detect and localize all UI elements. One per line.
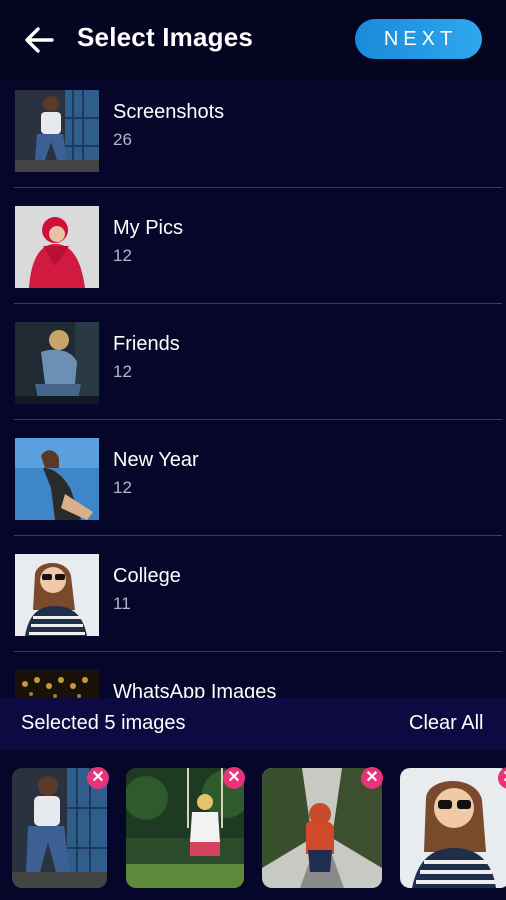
album-row-college[interactable]: College 11: [0, 544, 506, 660]
album-thumbnail: [15, 322, 99, 404]
album-name: Friends: [113, 333, 180, 355]
album-thumbnail: [15, 90, 99, 172]
page-title: Select Images: [77, 22, 254, 52]
album-row-new-year[interactable]: New Year 12: [0, 428, 506, 544]
album-name: College: [113, 565, 181, 587]
album-row-my-pics[interactable]: My Pics 12: [0, 196, 506, 312]
album-count: 11: [113, 594, 131, 613]
selected-images-tray[interactable]: ✕ ✕ ✕: [0, 750, 506, 900]
album-list[interactable]: Screenshots 26 My Pics 12 Friends 12 New…: [0, 80, 506, 698]
album-name: Screenshots: [113, 101, 225, 123]
album-name: New Year: [113, 449, 199, 471]
clear-all-button[interactable]: Clear All: [409, 712, 483, 735]
album-thumbnail: [15, 554, 99, 636]
album-row-screenshots[interactable]: Screenshots 26: [0, 80, 506, 196]
divider: [14, 303, 502, 304]
next-button[interactable]: NEXT: [355, 19, 482, 59]
album-count: 12: [113, 246, 132, 265]
top-bar: Select Images NEXT: [0, 0, 506, 80]
selection-count-label: Selected 5 images: [21, 712, 186, 734]
album-thumbnail: [15, 670, 99, 698]
remove-image-button[interactable]: ✕: [361, 767, 383, 789]
album-count: 12: [113, 478, 132, 497]
selection-bar: Selected 5 images Clear All: [0, 698, 506, 750]
divider: [14, 651, 502, 652]
remove-image-button[interactable]: ✕: [223, 767, 245, 789]
album-thumbnail: [15, 438, 99, 520]
divider: [14, 535, 502, 536]
album-name: WhatsApp Images: [113, 681, 277, 698]
album-thumbnail: [15, 206, 99, 288]
divider: [14, 187, 502, 188]
selected-image[interactable]: [400, 768, 506, 888]
album-count: 26: [113, 130, 132, 149]
back-arrow-icon[interactable]: [22, 24, 56, 56]
album-name: My Pics: [113, 217, 183, 239]
album-row-whatsapp-images[interactable]: WhatsApp Images: [0, 660, 506, 698]
divider: [14, 419, 502, 420]
album-row-friends[interactable]: Friends 12: [0, 312, 506, 428]
remove-image-button[interactable]: ✕: [87, 767, 109, 789]
album-count: 12: [113, 362, 132, 381]
